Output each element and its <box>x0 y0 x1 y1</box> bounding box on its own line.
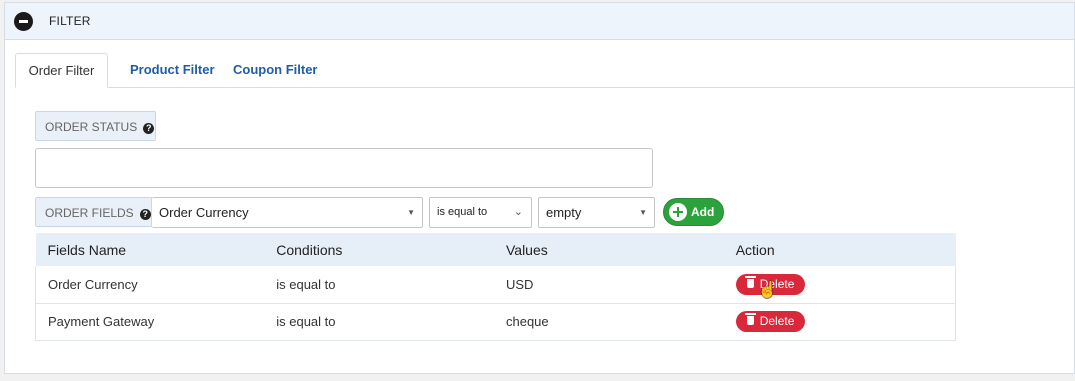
dropdown-caret-icon: ▼ <box>639 208 647 217</box>
order-status-label: ORDER STATUS? <box>35 111 156 141</box>
value-select-value: empty <box>546 205 582 220</box>
condition-value: is equal to <box>437 206 488 218</box>
table-row: Order Currency is equal to USD Delete ☝ <box>35 266 956 304</box>
header-conditions: Conditions <box>264 233 494 266</box>
hand-cursor-icon: ☝ <box>757 281 778 299</box>
value-select[interactable]: empty ▼ <box>538 197 655 228</box>
collapse-minus-icon[interactable] <box>14 12 33 31</box>
order-status-label-text: ORDER STATUS <box>45 120 138 134</box>
order-fields-label: ORDER FIELDS? <box>35 197 152 227</box>
cell-condition: is equal to <box>264 266 494 304</box>
cell-action: Delete <box>723 303 956 341</box>
trash-icon <box>744 275 756 288</box>
header-values: Values <box>493 233 724 266</box>
tab-product-filter[interactable]: Product Filter <box>116 53 229 87</box>
cell-field-name: Order Currency <box>35 266 265 304</box>
order-fields-label-text: ORDER FIELDS <box>45 206 134 220</box>
order-field-value: Order Currency <box>159 205 249 220</box>
order-status-input[interactable] <box>35 148 653 188</box>
delete-button[interactable]: Delete <box>735 311 805 332</box>
table-header-row: Fields Name Conditions Values Action <box>35 233 956 266</box>
question-icon[interactable]: ? <box>143 123 155 134</box>
table-row: Payment Gateway is equal to cheque Delet… <box>35 303 956 341</box>
cell-action: Delete ☝ <box>723 266 956 304</box>
delete-button[interactable]: Delete ☝ <box>735 273 805 299</box>
condition-select[interactable]: is equal to ⌄ <box>429 197 532 228</box>
cell-field-name: Payment Gateway <box>35 303 265 341</box>
plus-circle-icon <box>669 203 687 221</box>
dropdown-caret-icon: ▼ <box>407 208 415 217</box>
cell-value: USD <box>493 266 724 304</box>
cell-condition: is equal to <box>264 303 494 341</box>
order-field-select[interactable]: Order Currency ▼ <box>152 197 423 228</box>
header-action: Action <box>723 233 956 266</box>
tab-coupon-filter[interactable]: Coupon Filter <box>219 53 332 87</box>
tab-order-filter[interactable]: Order Filter <box>15 53 108 88</box>
filter-fields-table: Fields Name Conditions Values Action Ord… <box>35 233 956 341</box>
panel-header[interactable]: FILTER <box>5 3 1074 40</box>
panel-title: FILTER <box>49 14 91 28</box>
filter-panel: FILTER Order Filter Product Filter Coupo… <box>4 2 1075 374</box>
question-icon[interactable]: ? <box>139 209 151 220</box>
header-fields-name: Fields Name <box>35 233 265 266</box>
cell-value: cheque <box>493 303 724 341</box>
add-button-label: Add <box>691 205 715 219</box>
filter-tabs: Order Filter Product Filter Coupon Filte… <box>15 53 1074 88</box>
trash-icon <box>744 313 756 325</box>
add-button[interactable]: Add <box>663 198 724 226</box>
delete-button-label: Delete <box>759 314 795 328</box>
chevron-down-icon: ⌄ <box>513 206 523 218</box>
